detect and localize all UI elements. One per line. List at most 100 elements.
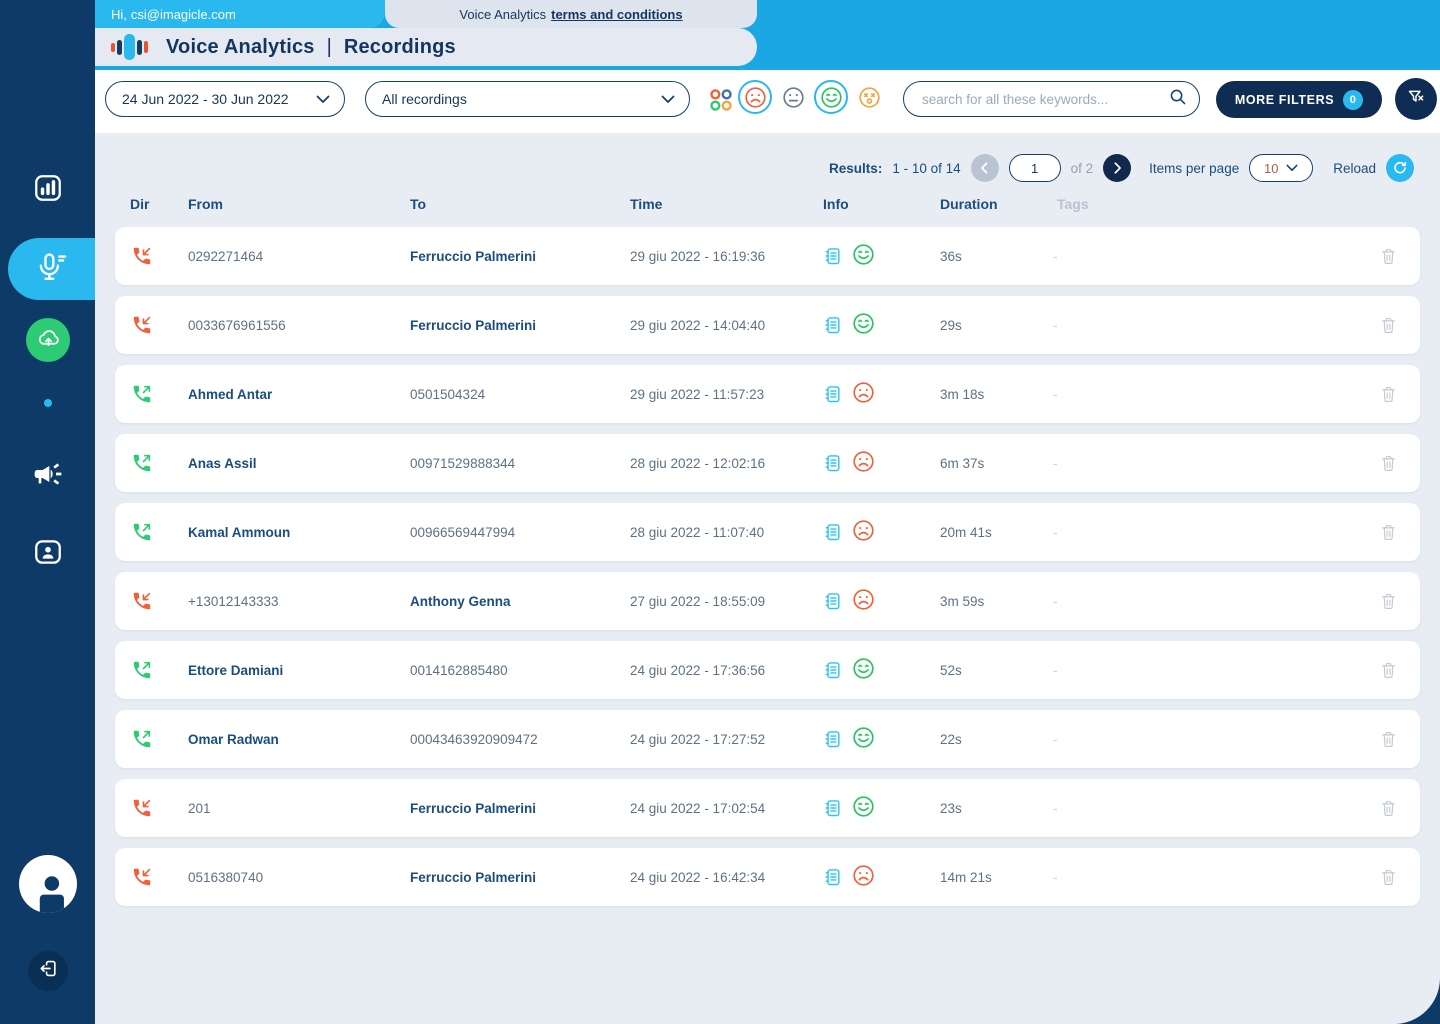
table-row[interactable]: Ahmed Antar 0501504324 29 giu 2022 - 11:… [115,365,1420,423]
search-input[interactable] [922,92,1168,107]
column-header-to[interactable]: To [410,196,426,212]
to-cell: 0501504324 [410,365,620,423]
logout-button[interactable] [28,951,68,991]
trash-icon [1380,661,1397,680]
tags-cell: - [1053,779,1058,837]
sidebar-item-recordings[interactable] [8,238,95,300]
more-filters-button[interactable]: MORE FILTERS 0 [1216,81,1382,118]
to-cell: Ferruccio Palmerini [410,848,620,906]
trash-icon [1380,799,1397,818]
transcript-icon[interactable] [823,522,843,542]
from-cell: Anas Assil [188,434,398,492]
sidebar-item-upload[interactable] [26,318,70,362]
from-cell: 0516380740 [188,848,398,906]
page-header: Voice Analytics | Recordings [95,28,757,66]
tags-cell: - [1053,848,1058,906]
items-per-page-select[interactable]: 10 [1249,154,1313,182]
column-header-tags: Tags [1057,196,1089,212]
time-cell: 28 giu 2022 - 12:02:16 [630,434,820,492]
search-icon[interactable] [1168,87,1187,111]
voice-analytics-logo-icon [111,34,148,60]
total-pages-label: of 2 [1071,161,1094,176]
table-row[interactable]: Anas Assil 00971529888344 28 giu 2022 - … [115,434,1420,492]
delete-recording-button[interactable] [1373,572,1403,630]
sidebar-item-analytics[interactable] [0,172,95,209]
sentiment-filter-sad-icon[interactable] [738,80,772,114]
notification-dot [44,399,52,407]
trash-icon [1380,247,1397,266]
transcript-icon[interactable] [823,867,843,887]
terms-link[interactable]: terms and conditions [551,7,682,22]
recording-type-select[interactable]: All recordings [365,81,690,117]
table-row[interactable]: Omar Radwan 00043463920909472 24 giu 202… [115,710,1420,768]
sentiment-sad-icon [852,588,875,614]
user-greeting[interactable]: Hi, csi@imagicle.com [95,0,385,28]
column-header-time[interactable]: Time [630,196,662,212]
delete-recording-button[interactable] [1373,848,1403,906]
delete-recording-button[interactable] [1373,779,1403,837]
previous-page-button[interactable] [971,154,999,182]
delete-recording-button[interactable] [1373,296,1403,354]
delete-recording-button[interactable] [1373,503,1403,561]
keyword-search[interactable] [903,81,1200,117]
date-range-value: 24 Jun 2022 - 30 Jun 2022 [122,91,289,107]
column-header-dir[interactable]: Dir [130,196,149,212]
chevron-down-icon [316,91,330,107]
user-email: csi@imagicle.com [131,7,236,22]
incoming-call-icon [131,572,153,630]
time-cell: 27 giu 2022 - 18:55:09 [630,572,820,630]
table-row[interactable]: 0033676961556 Ferruccio Palmerini 29 giu… [115,296,1420,354]
table-row[interactable]: +13012143333 Anthony Genna 27 giu 2022 -… [115,572,1420,630]
trash-icon [1380,592,1397,611]
transcript-icon[interactable] [823,660,843,680]
app-title: Voice Analytics [166,36,315,59]
tags-cell: - [1053,572,1058,630]
recordings-table: 0292271464 Ferruccio Palmerini 29 giu 20… [115,227,1420,917]
tags-cell: - [1053,227,1058,285]
filter-bar: 24 Jun 2022 - 30 Jun 2022 All recordings… [95,70,1440,133]
delete-recording-button[interactable] [1373,710,1403,768]
page-number-input[interactable] [1009,154,1061,182]
table-row[interactable]: 201 Ferruccio Palmerini 24 giu 2022 - 17… [115,779,1420,837]
category-grid-icon[interactable] [708,87,734,113]
user-avatar[interactable] [19,855,77,913]
sentiment-filter-surprised-icon[interactable] [852,80,886,114]
delete-recording-button[interactable] [1373,434,1403,492]
delete-recording-button[interactable] [1373,227,1403,285]
sidebar-item-announcements[interactable] [0,458,95,495]
table-row[interactable]: 0292271464 Ferruccio Palmerini 29 giu 20… [115,227,1420,285]
bar-chart-icon [32,172,64,209]
outgoing-call-icon [131,641,153,699]
to-cell: 00043463920909472 [410,710,620,768]
chevron-left-icon [980,162,989,174]
clear-filters-button[interactable] [1395,78,1437,120]
info-cell [823,572,875,630]
transcript-icon[interactable] [823,453,843,473]
transcript-icon[interactable] [823,798,843,818]
table-row[interactable]: Ettore Damiani 0014162885480 24 giu 2022… [115,641,1420,699]
table-row[interactable]: 0516380740 Ferruccio Palmerini 24 giu 20… [115,848,1420,906]
column-header-from[interactable]: From [188,196,223,212]
transcript-icon[interactable] [823,591,843,611]
duration-cell: 22s [940,710,962,768]
delete-recording-button[interactable] [1373,641,1403,699]
delete-recording-button[interactable] [1373,365,1403,423]
chevron-down-icon [1286,164,1298,172]
trash-icon [1380,523,1397,542]
transcript-icon[interactable] [823,315,843,335]
transcript-icon[interactable] [823,384,843,404]
sentiment-filter-happy-icon[interactable] [814,80,848,114]
sidebar-item-contacts[interactable] [0,536,95,573]
next-page-button[interactable] [1103,154,1131,182]
time-cell: 24 giu 2022 - 17:36:56 [630,641,820,699]
sentiment-filter-neutral-icon[interactable] [776,80,810,114]
date-range-select[interactable]: 24 Jun 2022 - 30 Jun 2022 [105,81,345,117]
transcript-icon[interactable] [823,246,843,266]
reload-button[interactable] [1386,154,1414,182]
incoming-call-icon [131,227,153,285]
tags-cell: - [1053,641,1058,699]
table-row[interactable]: Kamal Ammoun 00966569447994 28 giu 2022 … [115,503,1420,561]
transcript-icon[interactable] [823,729,843,749]
tags-cell: - [1053,296,1058,354]
column-header-duration[interactable]: Duration [940,196,998,212]
